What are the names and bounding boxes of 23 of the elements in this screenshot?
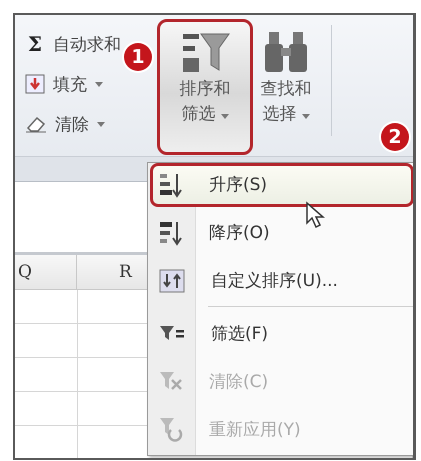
eraser-icon (25, 115, 47, 133)
sort-descending-icon (159, 220, 183, 246)
fill-down-icon (25, 74, 45, 94)
menu-item[interactable]: 升序(S) (150, 163, 413, 207)
caret-icon (302, 114, 310, 119)
menu-item[interactable]: 自定义排序(U)... (150, 258, 413, 302)
clear-filter-icon (159, 370, 183, 392)
custom-sort-icon (159, 268, 185, 293)
caret-icon (220, 114, 229, 119)
reapply-filter-icon (159, 416, 183, 442)
ribbon-command[interactable]: 填充 (21, 69, 157, 99)
pointer-icon (305, 201, 325, 229)
sum-icon: Σ (25, 32, 45, 56)
menu-item[interactable]: 筛选(F) (150, 311, 413, 356)
ribbon-command[interactable]: 清除 (21, 109, 157, 139)
menu-item[interactable]: 降序(O) (150, 210, 413, 255)
sort-ascending-icon (159, 172, 183, 198)
find-select-button[interactable]: 查找和 选择 (253, 19, 319, 155)
filter-icon (159, 324, 185, 342)
step-badge: 1 (124, 43, 152, 71)
sort-filter-button[interactable]: 排序和 筛选 (157, 19, 253, 155)
step-badge: 2 (381, 123, 409, 151)
column-header[interactable]: Q (15, 255, 77, 289)
